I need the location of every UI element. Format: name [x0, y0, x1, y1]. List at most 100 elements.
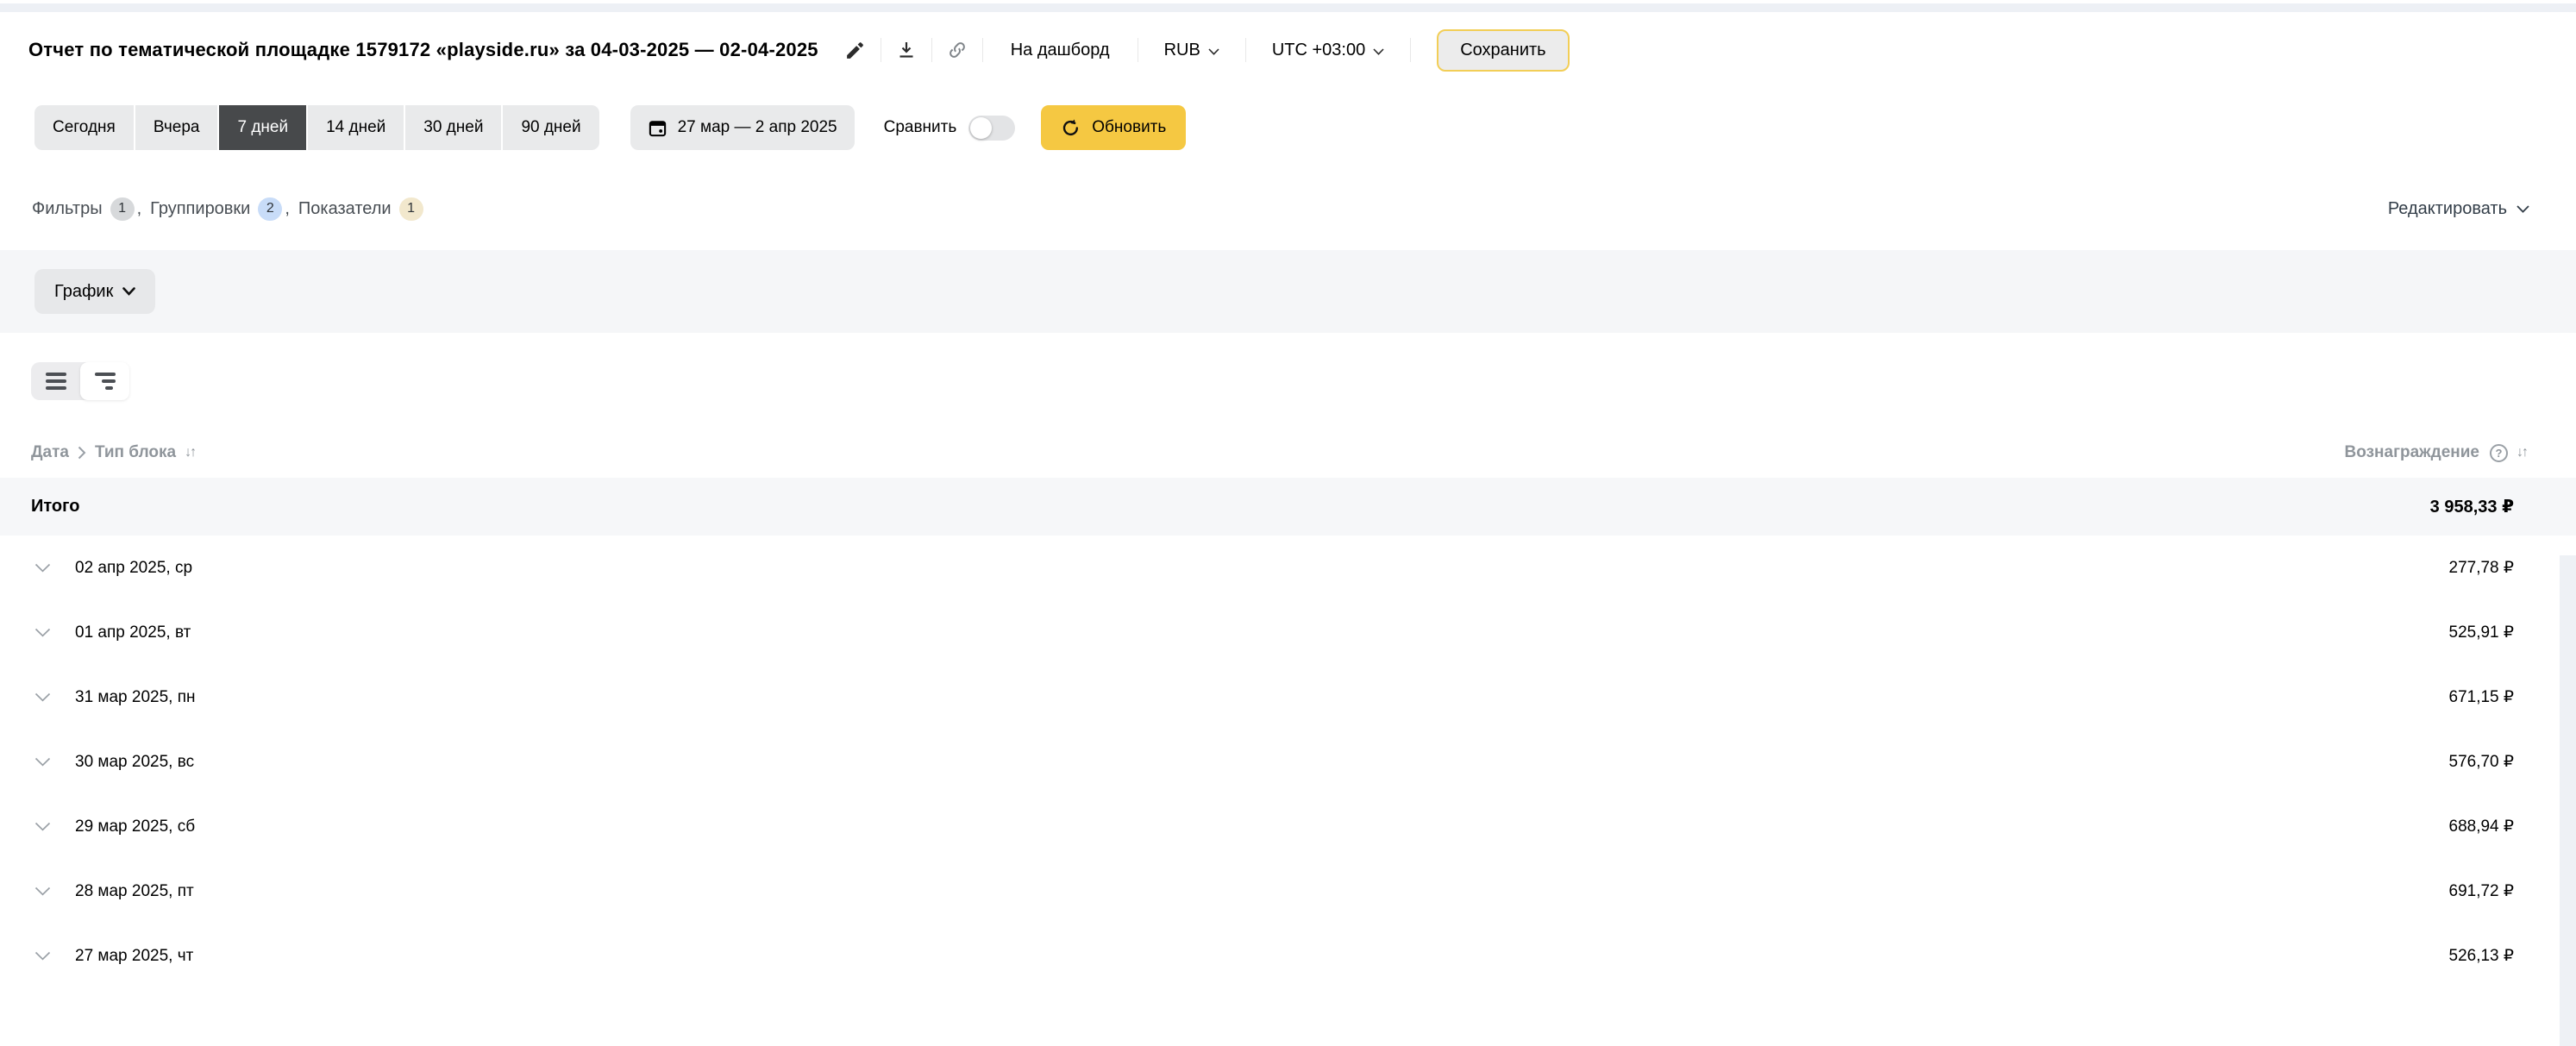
period-preset-button[interactable]: 90 дней [503, 105, 599, 150]
summary-item-label: Показатели [298, 199, 392, 219]
top-strip [0, 3, 2576, 12]
period-preset-button[interactable]: 30 дней [405, 105, 501, 150]
header-tools: На дашборд RUB UTC +03:00 Сохранить [830, 29, 1570, 72]
summary-item-count-badge: 1 [399, 197, 423, 221]
graph-panel: График [0, 250, 2576, 333]
table-header: Дата Тип блока ↓↑ Вознаграждение ? ↓↑ [0, 443, 2576, 462]
currency-select[interactable]: RUB [1138, 41, 1245, 60]
row-date: 01 апр 2025, вт [75, 623, 191, 642]
sort-icon[interactable]: ↓↑ [185, 445, 195, 460]
tree-list-icon [95, 373, 116, 390]
page-title: Отчет по тематической площадке 1579172 «… [28, 39, 818, 61]
period-preset-button[interactable]: Сегодня [34, 105, 134, 150]
row-value: 526,13 ₽ [2449, 946, 2514, 966]
table-row: 31 мар 2025, пн 671,15 ₽ [0, 665, 2576, 730]
flat-list-icon [46, 373, 66, 390]
right-scroll-strip [2560, 555, 2576, 1046]
filters-summary: Фильтры 1 , Группировки 2 , Показатели 1 [32, 197, 423, 221]
timezone-value: UTC +03:00 [1272, 41, 1365, 60]
tree-view-button[interactable] [80, 362, 129, 400]
compare-label: Сравнить [884, 118, 957, 137]
chart-type-button[interactable]: График [34, 269, 155, 314]
row-expand-chevron[interactable] [34, 951, 51, 961]
total-value: 3 958,33 ₽ [2430, 496, 2514, 517]
flat-view-button[interactable] [31, 362, 80, 400]
summary-item[interactable]: Показатели 1 [298, 197, 423, 221]
period-bar: СегодняВчера7 дней14 дней30 дней90 дней … [34, 105, 2576, 150]
divider [1410, 38, 1411, 62]
edit-report-button[interactable]: Редактировать [2383, 198, 2535, 220]
table-row: 02 апр 2025, ср 277,78 ₽ [0, 536, 2576, 600]
row-expand-chevron[interactable] [34, 757, 51, 767]
chevron-right-icon [78, 446, 86, 460]
table-row: 01 апр 2025, вт 525,91 ₽ [0, 600, 2576, 665]
row-expand-chevron[interactable] [34, 886, 51, 896]
table-body: 02 апр 2025, ср 277,78 ₽ 01 апр 2025, вт… [0, 536, 2576, 988]
chevron-down-icon [2516, 205, 2529, 213]
download-icon [896, 40, 917, 60]
date-range-button[interactable]: 27 мар — 2 апр 2025 [630, 105, 855, 150]
row-date: 31 мар 2025, пн [75, 688, 196, 707]
table-row: 28 мар 2025, пт 691,72 ₽ [0, 859, 2576, 924]
summary-item[interactable]: Фильтры 1 [32, 197, 135, 221]
row-expand-chevron[interactable] [34, 628, 51, 637]
row-value: 525,91 ₽ [2449, 623, 2514, 642]
compare-toggle[interactable] [968, 116, 1015, 141]
row-expand-chevron[interactable] [34, 692, 51, 702]
toggle-knob [970, 117, 992, 139]
grouping-breadcrumb: Дата Тип блока ↓↑ [31, 443, 195, 462]
download-button[interactable] [881, 31, 931, 69]
edit-report-label: Редактировать [2388, 199, 2507, 219]
totals-row: Итого 3 958,33 ₽ [0, 478, 2576, 536]
copy-link-button[interactable] [932, 31, 982, 69]
chart-type-label: График [54, 282, 113, 302]
report-header: Отчет по тематической площадке 1579172 «… [0, 12, 2576, 88]
row-date: 28 мар 2025, пт [75, 882, 194, 901]
row-date: 30 мар 2025, вс [75, 753, 194, 772]
currency-value: RUB [1164, 41, 1200, 60]
summary-item[interactable]: Группировки 2 [150, 197, 282, 221]
table-row: 27 мар 2025, чт 526,13 ₽ [0, 924, 2576, 988]
pencil-icon [844, 40, 866, 61]
chevron-down-icon [1373, 41, 1384, 60]
row-date: 29 мар 2025, сб [75, 817, 195, 836]
refresh-icon [1061, 118, 1081, 138]
refresh-button[interactable]: Обновить [1041, 105, 1186, 150]
save-button[interactable]: Сохранить [1437, 29, 1569, 72]
value-column-header: Вознаграждение ? ↓↑ [2345, 443, 2527, 462]
column-reward[interactable]: Вознаграждение [2345, 443, 2479, 462]
period-preset-button[interactable]: 7 дней [219, 105, 306, 150]
link-icon [947, 40, 968, 60]
period-presets: СегодняВчера7 дней14 дней30 дней90 дней [34, 105, 599, 150]
row-value: 688,94 ₽ [2449, 817, 2514, 836]
timezone-select[interactable]: UTC +03:00 [1246, 41, 1410, 60]
chevron-down-icon [122, 287, 135, 296]
view-switcher-wrap [0, 333, 2576, 400]
calendar-icon [648, 118, 668, 138]
row-date: 02 апр 2025, ср [75, 559, 192, 578]
column-block-type[interactable]: Тип блока [95, 443, 176, 462]
table-row: 29 мар 2025, сб 688,94 ₽ [0, 794, 2576, 859]
summary-item-count-badge: 2 [258, 197, 282, 221]
row-expand-chevron[interactable] [34, 822, 51, 831]
edit-title-button[interactable] [830, 31, 881, 69]
period-preset-button[interactable]: Вчера [135, 105, 218, 150]
settings-row: Фильтры 1 , Группировки 2 , Показатели 1… [0, 167, 2576, 250]
refresh-label: Обновить [1092, 118, 1166, 137]
period-preset-button[interactable]: 14 дней [308, 105, 404, 150]
row-date: 27 мар 2025, чт [75, 947, 193, 966]
summary-item-count-badge: 1 [110, 197, 135, 221]
summary-item-label: Группировки [150, 199, 250, 219]
row-value: 576,70 ₽ [2449, 752, 2514, 772]
row-expand-chevron[interactable] [34, 563, 51, 573]
row-value: 691,72 ₽ [2449, 881, 2514, 901]
help-icon[interactable]: ? [2490, 444, 2508, 462]
dashboard-link[interactable]: На дашборд [983, 41, 1138, 60]
sort-icon[interactable]: ↓↑ [2516, 445, 2527, 460]
column-date[interactable]: Дата [31, 443, 69, 462]
view-switcher [31, 362, 129, 400]
date-range-value: 27 мар — 2 апр 2025 [678, 118, 837, 137]
summary-item-label: Фильтры [32, 199, 103, 219]
row-value: 671,15 ₽ [2449, 687, 2514, 707]
table-row: 30 мар 2025, вс 576,70 ₽ [0, 730, 2576, 794]
